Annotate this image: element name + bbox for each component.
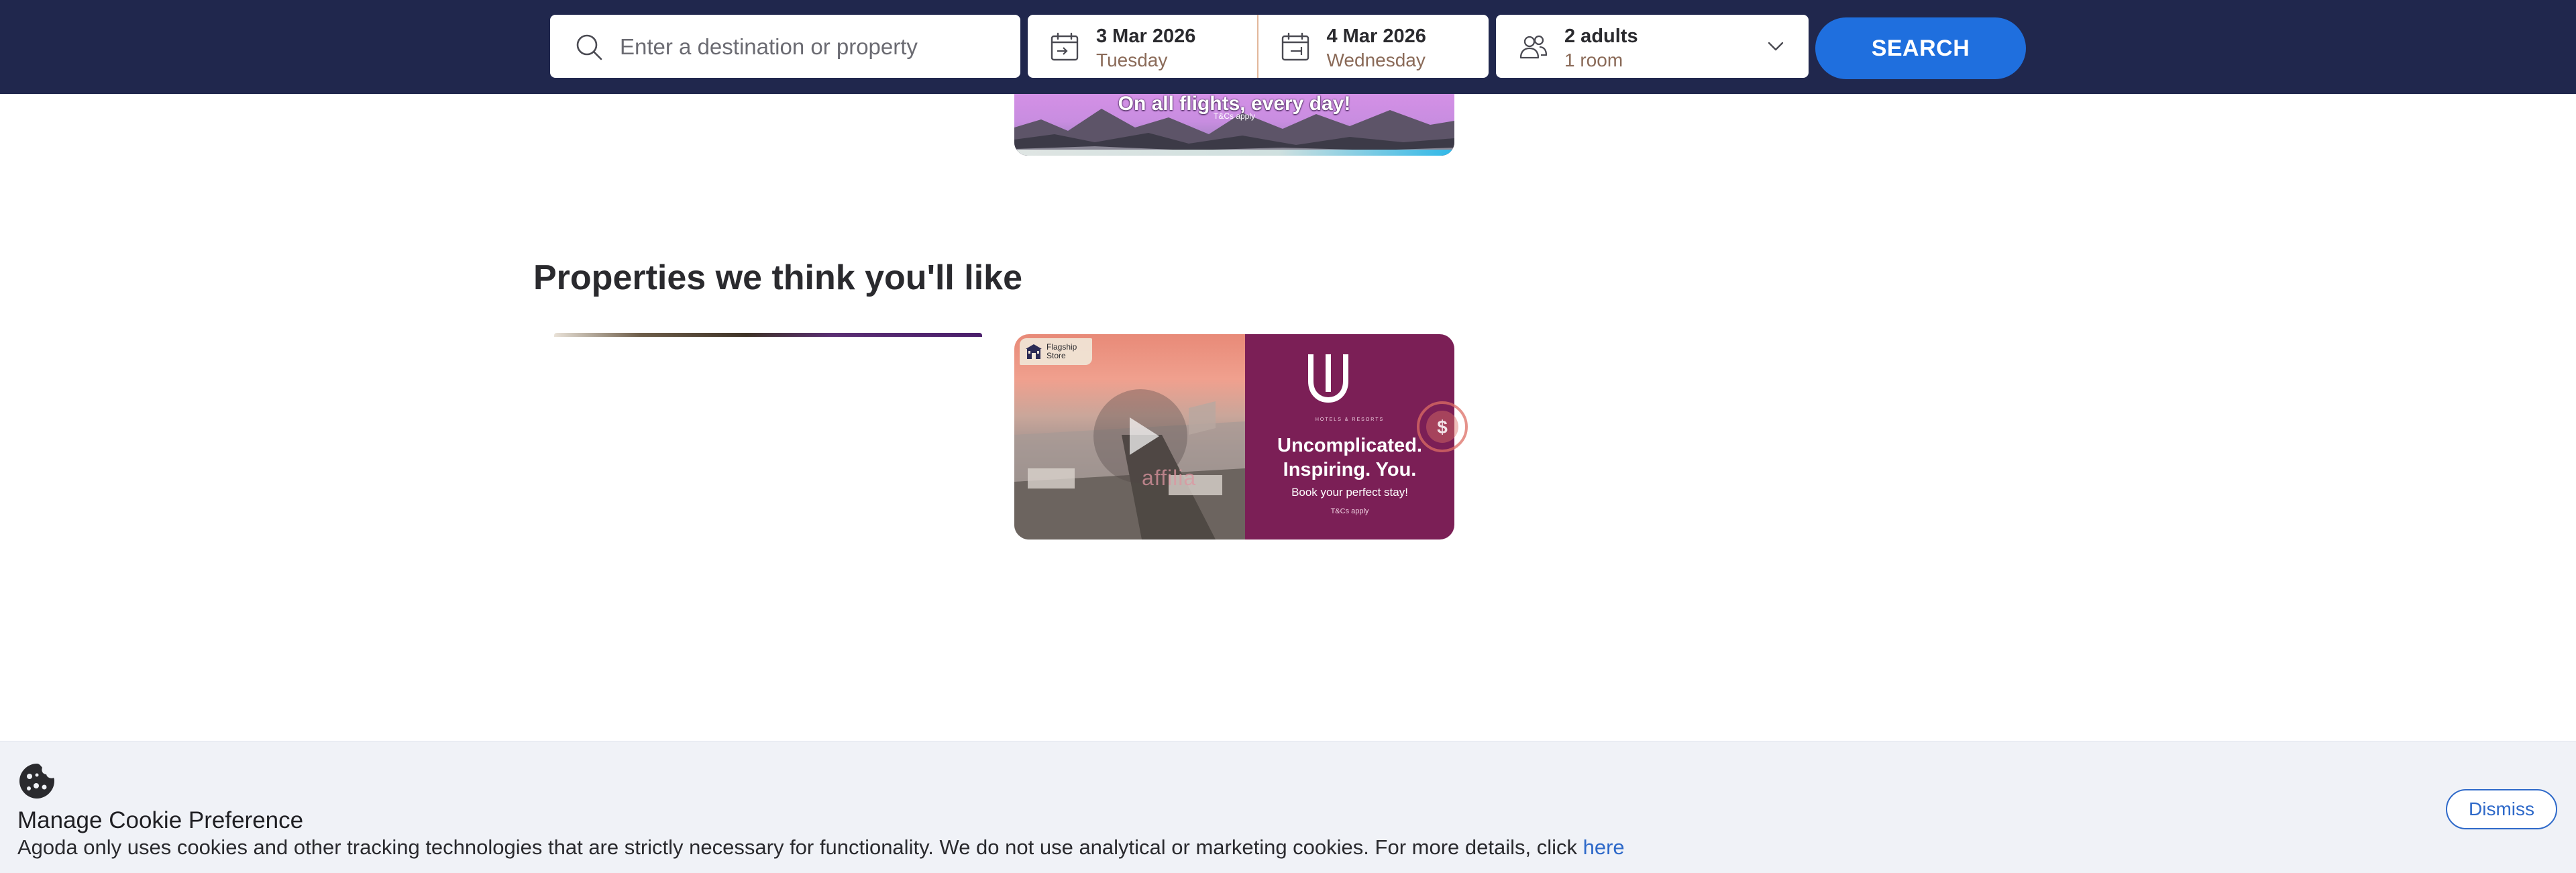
section-title: Properties we think you'll like bbox=[533, 258, 1023, 297]
people-icon bbox=[1519, 35, 1548, 59]
cookie-text: Agoda only uses cookies and other tracki… bbox=[17, 835, 1625, 860]
brand-headline-line1: Uncomplicated. bbox=[1277, 435, 1422, 456]
rooms-count: 1 room bbox=[1564, 50, 1623, 70]
promo-sea-strip bbox=[1014, 150, 1454, 156]
checkin-day: Tuesday bbox=[1096, 50, 1168, 70]
promo-tcs: T&Cs apply bbox=[1213, 111, 1256, 121]
checkout-day: Wednesday bbox=[1326, 50, 1426, 70]
store-icon bbox=[1026, 344, 1042, 359]
brand-logo-icon bbox=[1308, 354, 1348, 403]
adults-count: 2 adults bbox=[1564, 25, 1638, 47]
brand-headline-line2: Inspiring. You. bbox=[1283, 459, 1417, 480]
dismiss-button[interactable]: Dismiss bbox=[2446, 789, 2557, 829]
property-photo: Flagship Store bbox=[1014, 334, 1245, 540]
flagship-badge-label: Flagship Store bbox=[1046, 342, 1077, 360]
checkout-date[interactable]: 4 Mar 2026 Wednesday bbox=[1258, 15, 1489, 78]
checkout-date-value: 4 Mar 2026 bbox=[1326, 25, 1426, 47]
chevron-down-icon[interactable] bbox=[1767, 40, 1784, 52]
property-card-left-edge[interactable] bbox=[554, 333, 982, 337]
cookie-title: Manage Cookie Preference bbox=[17, 807, 304, 833]
brand-headline: Uncomplicated. Inspiring. You. bbox=[1245, 433, 1454, 482]
flagship-badge: Flagship Store bbox=[1020, 338, 1092, 365]
cookie-icon bbox=[19, 764, 54, 799]
calendar-checkin-icon bbox=[1051, 32, 1079, 61]
destination-input[interactable] bbox=[619, 28, 997, 66]
property-card[interactable]: Flagship Store HOTELS & RESORTS Uncompli… bbox=[1014, 334, 1454, 540]
brand-tcs: T&Cs apply bbox=[1330, 507, 1369, 515]
cookie-banner: Manage Cookie Preference Agoda only uses… bbox=[0, 741, 2576, 873]
search-button[interactable]: SEARCH bbox=[1815, 17, 2026, 79]
date-range-picker[interactable]: 3 Mar 2026 Tuesday 4 Mar 2026 Wednesday bbox=[1028, 15, 1489, 78]
cookie-details-link[interactable]: here bbox=[1583, 835, 1625, 859]
destination-search-box[interactable] bbox=[550, 15, 1020, 78]
checkin-date[interactable]: 3 Mar 2026 Tuesday bbox=[1028, 15, 1258, 78]
search-header: 3 Mar 2026 Tuesday 4 Mar 2026 Wednesday … bbox=[0, 0, 2576, 94]
cookie-text-body: Agoda only uses cookies and other tracki… bbox=[17, 835, 1583, 859]
checkin-date-value: 3 Mar 2026 bbox=[1096, 25, 1196, 47]
search-icon bbox=[576, 34, 602, 60]
promo-banner[interactable]: On all flights, every day! T&Cs apply bbox=[1014, 94, 1454, 156]
brand-cta: Book your perfect stay! bbox=[1291, 486, 1408, 499]
brand-subtitle: HOTELS & RESORTS bbox=[1315, 417, 1385, 422]
guests-selector[interactable]: 2 adults 1 room bbox=[1496, 15, 1809, 78]
calendar-checkout-icon bbox=[1281, 32, 1309, 61]
brand-panel: HOTELS & RESORTS Uncomplicated. Inspirin… bbox=[1245, 334, 1454, 540]
